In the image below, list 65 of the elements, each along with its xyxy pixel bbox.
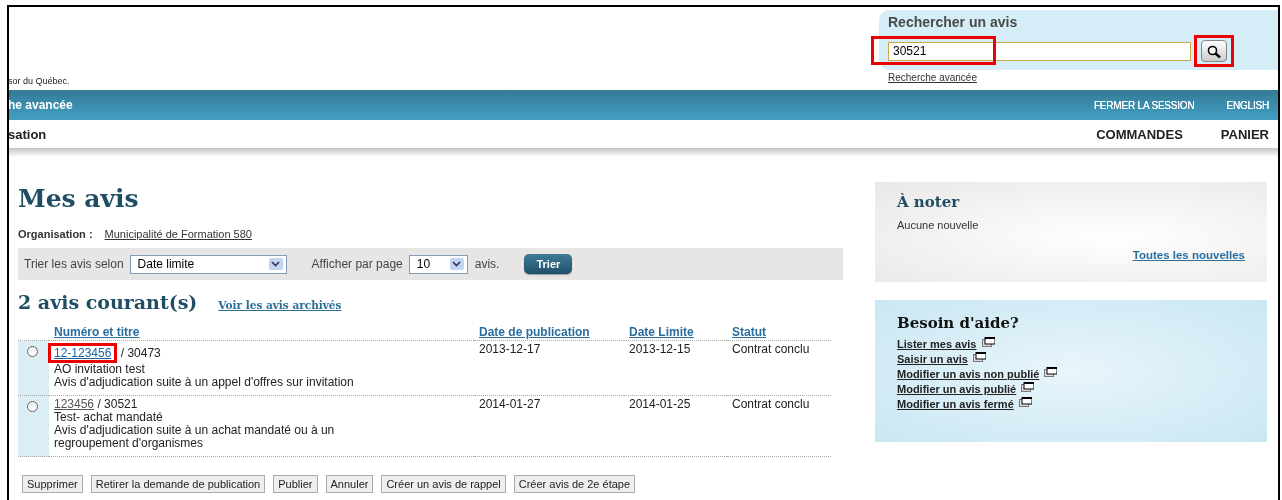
help-link[interactable]: Modifier un avis non publié [897, 368, 1040, 380]
help-link[interactable]: Lister mes avis [897, 338, 977, 350]
search-icon [1207, 44, 1221, 58]
notes-text: Aucune nouvelle [897, 219, 980, 231]
action-button[interactable]: Publier [273, 475, 318, 493]
nav-link[interactable]: COMMANDES [1096, 126, 1183, 142]
radio-button[interactable] [27, 401, 38, 412]
action-button[interactable]: Créer avis de 2e étape [513, 475, 636, 493]
help-link[interactable]: Modifier un avis fermé [897, 398, 1014, 410]
sort-button[interactable]: Trier [524, 254, 573, 274]
panel-title: À noter [897, 193, 961, 211]
organisation-link[interactable]: Municipalité de Formation 580 [104, 228, 252, 240]
column-header[interactable]: Date Limite [629, 325, 694, 339]
archive-link[interactable]: Voir les avis archivés [218, 299, 342, 311]
search-button[interactable] [1201, 40, 1227, 62]
action-button[interactable]: Supprimer [22, 475, 83, 493]
sort-label: Trier les avis selon [24, 257, 124, 271]
deadline-date: 2013-12-15 [629, 342, 691, 356]
search-field[interactable]: 30521 [888, 41, 1191, 61]
all-news-link[interactable]: Toutes les nouvelles [1132, 249, 1245, 261]
deadline-date: 2014-01-25 [629, 397, 691, 411]
column-header[interactable]: Numéro et titre [54, 325, 140, 339]
notice-title: AO invitation test [54, 363, 146, 376]
nav-link[interactable]: sation [9, 126, 1059, 142]
notice-type: Avis d'adjudication suite à un achat mandaté ou à un regroupement d'organismes [54, 424, 336, 450]
page-title: Mes avis [18, 184, 140, 214]
top-bar-link[interactable]: FERMER LA SESSION [1093, 99, 1195, 111]
column-header[interactable]: Date de publication [479, 325, 590, 339]
notice-reference: / 30521 [96, 397, 138, 411]
status: Contrat conclu [732, 397, 810, 411]
panel-title: Besoin d'aide? [897, 314, 1020, 332]
publication-date: 2013-12-17 [479, 342, 541, 356]
help-link[interactable]: Saisir un avis [897, 353, 968, 365]
action-button[interactable]: Retirer la demande de publication [90, 475, 266, 493]
new-window-icon [1018, 397, 1032, 407]
status: Contrat conclu [732, 342, 810, 356]
per-page-suffix: avis. [474, 257, 500, 271]
section-title: 2 avis courant(s) [18, 291, 198, 313]
new-window-icon [972, 352, 986, 362]
tagline: sor du Québec. [9, 76, 70, 86]
top-bar-link[interactable]: ENGLISH [1226, 99, 1269, 111]
notice-reference: / 30473 [119, 346, 161, 360]
publication-date: 2014-01-27 [479, 397, 541, 411]
dropdown-arrow-icon [268, 258, 283, 270]
help-link[interactable]: Modifier un avis publié [897, 383, 1017, 395]
nav-link[interactable]: PANIER [1220, 126, 1269, 142]
menu-link[interactable]: he avancée [9, 98, 1074, 112]
radio-button[interactable] [27, 346, 38, 357]
notice-type: Avis d'adjudication suite à un appel d'offres sur invitation [54, 376, 354, 389]
new-window-icon [1044, 367, 1058, 377]
sort-dropdown[interactable]: Date limite [129, 254, 287, 274]
action-button[interactable]: Annuler [325, 475, 374, 493]
per-page-dropdown[interactable]: 10 [408, 254, 468, 274]
per-page-label: Afficher par page [311, 257, 403, 271]
column-header[interactable]: Statut [732, 325, 766, 339]
notice-number-link[interactable]: 12-123456 [48, 343, 118, 363]
action-button[interactable]: Créer un avis de rappel [381, 475, 506, 493]
organisation-label: Organisation : [18, 228, 93, 240]
new-window-icon [981, 337, 995, 347]
new-window-icon [1021, 382, 1035, 392]
search-title: Rechercher un avis [888, 15, 1019, 29]
notice-number-link[interactable]: 123456 [54, 397, 95, 411]
notice-title: Test- achat mandaté [54, 411, 164, 424]
advanced-search-link[interactable]: Recherche avancée [888, 72, 977, 83]
dropdown-arrow-icon [449, 258, 464, 270]
